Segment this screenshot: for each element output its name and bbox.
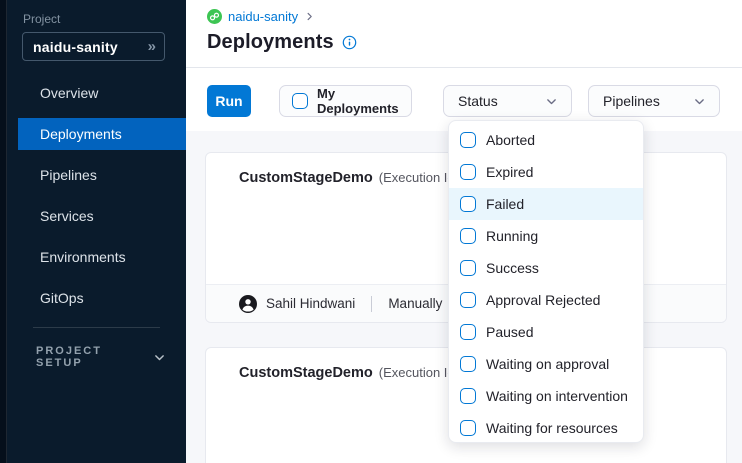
status-option-success[interactable]: Success xyxy=(449,252,643,284)
status-checkbox[interactable] xyxy=(460,292,476,308)
status-option-waiting-on-approval[interactable]: Waiting on approval xyxy=(449,348,643,380)
info-icon[interactable] xyxy=(342,35,357,50)
chevron-down-icon xyxy=(693,95,706,108)
status-filter-dropdown-button[interactable]: Status xyxy=(443,85,572,117)
breadcrumb: naidu-sanity xyxy=(207,9,315,24)
chevron-down-icon xyxy=(153,351,166,364)
chevron-down-icon xyxy=(545,95,558,108)
project-selector-value: naidu-sanity xyxy=(33,39,148,55)
sidebar-item-deployments[interactable]: Deployments xyxy=(18,118,186,150)
trigger-type: Manually xyxy=(388,296,442,311)
breadcrumb-project-link[interactable]: naidu-sanity xyxy=(228,9,298,24)
status-checkbox[interactable] xyxy=(460,324,476,340)
double-chevron-right-icon[interactable]: » xyxy=(148,39,156,54)
triggered-by-user: Sahil Hindwani xyxy=(266,296,355,311)
sidebar-item-environments[interactable]: Environments xyxy=(18,241,186,273)
my-deployments-label: My Deployments xyxy=(317,86,399,116)
deployments-page: Project naidu-sanity » Overview Deployme… xyxy=(0,0,742,463)
status-option-failed[interactable]: Failed xyxy=(449,188,643,220)
status-option-waiting-on-intervention[interactable]: Waiting on intervention xyxy=(449,380,643,412)
status-checkbox[interactable] xyxy=(460,132,476,148)
sidebar-nav: Overview Deployments Pipelines Services … xyxy=(0,77,186,323)
sidebar-item-gitops[interactable]: GitOps xyxy=(18,282,186,314)
status-option-waiting-for-resources[interactable]: Waiting for resources xyxy=(449,412,643,444)
run-button[interactable]: Run xyxy=(207,85,251,117)
my-deployments-toggle[interactable]: My Deployments xyxy=(279,85,412,117)
status-filter-menu: Aborted Expired Failed Running Success A… xyxy=(448,120,644,443)
execution-id: (Execution Id xyxy=(379,365,455,380)
status-option-approval-rejected[interactable]: Approval Rejected xyxy=(449,284,643,316)
my-deployments-checkbox[interactable] xyxy=(292,93,308,109)
project-link-icon xyxy=(207,9,222,24)
footer-divider xyxy=(371,296,372,312)
sidebar-divider xyxy=(33,327,160,328)
status-checkbox[interactable] xyxy=(460,164,476,180)
status-checkbox[interactable] xyxy=(460,260,476,276)
sidebar-item-pipelines[interactable]: Pipelines xyxy=(18,159,186,191)
status-checkbox[interactable] xyxy=(460,388,476,404)
status-checkbox[interactable] xyxy=(460,228,476,244)
page-header: naidu-sanity Deployments xyxy=(186,0,742,68)
pipelines-filter-dropdown-button[interactable]: Pipelines xyxy=(588,85,720,117)
title-row: Deployments xyxy=(207,31,357,54)
pipeline-name: CustomStageDemo xyxy=(239,170,373,186)
status-checkbox[interactable] xyxy=(460,356,476,372)
status-option-expired[interactable]: Expired xyxy=(449,156,643,188)
chevron-right-icon xyxy=(304,11,315,22)
project-selector[interactable]: naidu-sanity » xyxy=(22,32,165,61)
status-checkbox[interactable] xyxy=(460,196,476,212)
status-option-running[interactable]: Running xyxy=(449,220,643,252)
avatar-icon xyxy=(239,295,257,313)
deployment-title: CustomStageDemo (Execution Id xyxy=(239,170,455,186)
deployment-title: CustomStageDemo (Execution Id xyxy=(239,365,455,381)
pipeline-name: CustomStageDemo xyxy=(239,365,373,381)
status-option-paused[interactable]: Paused xyxy=(449,316,643,348)
status-option-aborted[interactable]: Aborted xyxy=(449,124,643,156)
page-title: Deployments xyxy=(207,31,334,54)
sidebar-item-overview[interactable]: Overview xyxy=(18,77,186,109)
status-checkbox[interactable] xyxy=(460,420,476,436)
sidebar: Project naidu-sanity » Overview Deployme… xyxy=(0,0,186,463)
project-setup-toggle[interactable]: PROJECT SETUP xyxy=(36,345,166,369)
execution-id: (Execution Id xyxy=(379,170,455,185)
project-label: Project xyxy=(23,12,60,26)
sidebar-item-services[interactable]: Services xyxy=(18,200,186,232)
